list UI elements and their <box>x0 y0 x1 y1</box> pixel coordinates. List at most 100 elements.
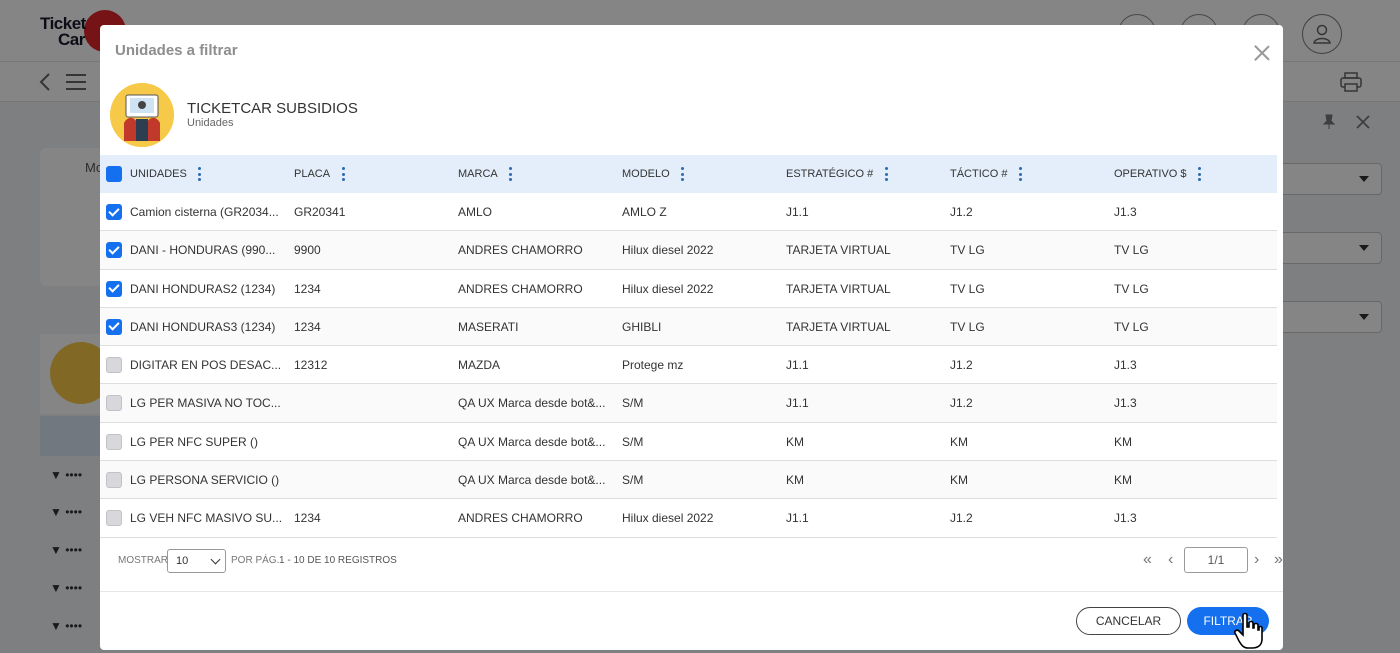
column-menu-icon[interactable] <box>881 166 891 182</box>
record-count: 1 - 10 DE 10 REGISTROS <box>279 555 397 566</box>
cell-marca: ANDRES CHAMORRO <box>458 511 583 526</box>
column-menu-icon[interactable] <box>506 166 516 182</box>
cell-marca: MAZDA <box>458 358 500 373</box>
cell-operativo: J1.3 <box>1114 358 1137 373</box>
chevron-down-icon <box>210 554 221 565</box>
cell-unidad: LG PERSONA SERVICIO () <box>130 473 280 488</box>
cell-tactico: TV LG <box>950 281 985 296</box>
cell-unidad: DANI HONDURAS2 (1234) <box>130 281 276 296</box>
cell-modelo: GHIBLI <box>622 319 662 334</box>
table-row[interactable]: Camion cisterna (GR2034... GR20341 AMLO … <box>100 193 1277 232</box>
column-header-modelo[interactable]: MODELO <box>622 155 688 193</box>
cell-unidad: LG VEH NFC MASIVO SU... <box>130 511 283 526</box>
cell-placa: 1234 <box>294 511 321 526</box>
select-all-checkbox[interactable] <box>106 166 122 182</box>
column-header-operativo[interactable]: OPERATIVO $ <box>1114 155 1205 193</box>
cell-operativo: TV LG <box>1114 243 1149 258</box>
cell-tactico: TV LG <box>950 319 985 334</box>
row-checkbox[interactable] <box>106 318 122 335</box>
cell-marca: QA UX Marca desde bot&... <box>458 434 606 449</box>
row-checkbox[interactable] <box>106 472 122 489</box>
page-size-value: 10 <box>176 555 189 567</box>
pagination: MOSTRAR 10 POR PÁG. 1 - 10 DE 10 REGISTR… <box>100 547 1283 575</box>
cell-modelo: Protege mz <box>622 358 684 373</box>
cell-estrategico: J1.1 <box>786 205 809 219</box>
cell-estrategico: J1.1 <box>786 358 809 373</box>
cell-operativo: J1.3 <box>1114 205 1137 219</box>
table-row[interactable]: LG PER NFC SUPER () QA UX Marca desde bo… <box>100 423 1277 462</box>
table-row[interactable]: LG PERSONA SERVICIO () QA UX Marca desde… <box>100 461 1277 500</box>
row-checkbox[interactable] <box>106 204 122 220</box>
table-header: UNIDADES PLACA MARCA MODELO ESTRATÉGICO … <box>100 155 1277 193</box>
cell-operativo: TV LG <box>1114 319 1149 334</box>
cell-modelo: Hilux diesel 2022 <box>622 511 714 526</box>
cell-operativo: KM <box>1114 473 1132 488</box>
page-input[interactable]: 1/1 <box>1184 547 1248 573</box>
page-size-select[interactable]: 10 <box>167 549 226 573</box>
column-header-estrategico[interactable]: ESTRATÉGICO # <box>786 155 891 193</box>
column-menu-icon[interactable] <box>1015 166 1025 182</box>
column-label: UNIDADES <box>130 168 187 180</box>
cell-unidad: DANI HONDURAS3 (1234) <box>130 319 276 334</box>
cell-operativo: KM <box>1114 434 1132 449</box>
last-page-icon[interactable]: » <box>1274 551 1283 569</box>
cell-estrategico: KM <box>786 473 804 488</box>
cell-placa: 12312 <box>294 358 328 373</box>
column-label: PLACA <box>294 168 331 180</box>
row-checkbox[interactable] <box>106 510 122 527</box>
column-menu-icon[interactable] <box>195 166 205 182</box>
table-row[interactable]: LG VEH NFC MASIVO SU... 1234 ANDRES CHAM… <box>100 499 1277 538</box>
cell-marca: MASERATI <box>458 319 519 334</box>
client-avatar <box>110 83 174 147</box>
prev-page-icon[interactable]: ‹ <box>1168 551 1173 569</box>
column-label: OPERATIVO $ <box>1114 168 1187 180</box>
column-label: MODELO <box>622 168 670 180</box>
column-header-marca[interactable]: MARCA <box>458 155 516 193</box>
column-header-unidades[interactable]: UNIDADES <box>130 155 205 193</box>
first-page-icon[interactable]: « <box>1143 551 1152 569</box>
hand-cursor-icon <box>1234 612 1263 649</box>
cell-operativo: J1.3 <box>1114 396 1137 411</box>
cancel-button[interactable]: CANCELAR <box>1076 607 1181 635</box>
cell-estrategico: KM <box>786 434 804 449</box>
column-menu-icon[interactable] <box>678 166 688 182</box>
row-checkbox[interactable] <box>106 433 122 450</box>
cell-tactico: KM <box>950 473 968 488</box>
cell-estrategico: TARJETA VIRTUAL <box>786 319 891 334</box>
column-menu-icon[interactable] <box>338 166 348 182</box>
column-header-placa[interactable]: PLACA <box>294 155 348 193</box>
table-row[interactable]: DANI - HONDURAS (990... 9900 ANDRES CHAM… <box>100 231 1277 270</box>
table-row[interactable]: DIGITAR EN POS DESAC... 12312 MAZDA Prot… <box>100 346 1277 385</box>
cell-estrategico: J1.1 <box>786 396 809 411</box>
cell-modelo: AMLO Z <box>622 205 667 219</box>
next-page-icon[interactable]: › <box>1254 551 1259 569</box>
table-row[interactable]: DANI HONDURAS3 (1234) 1234 MASERATI GHIB… <box>100 307 1277 347</box>
cell-marca: ANDRES CHAMORRO <box>458 243 583 258</box>
cell-unidad: LG PER MASIVA NO TOC... <box>130 396 281 411</box>
cell-marca: AMLO <box>458 205 493 219</box>
row-checkbox[interactable] <box>106 395 122 412</box>
column-menu-icon[interactable] <box>1195 166 1205 182</box>
table-row[interactable]: DANI HONDURAS2 (1234) 1234 ANDRES CHAMOR… <box>100 270 1277 308</box>
row-checkbox[interactable] <box>106 242 122 259</box>
cell-operativo: J1.3 <box>1114 511 1137 526</box>
row-checkbox[interactable] <box>106 280 122 297</box>
cell-tactico: J1.2 <box>950 396 973 411</box>
cell-operativo: TV LG <box>1114 281 1149 296</box>
cell-marca: ANDRES CHAMORRO <box>458 281 583 296</box>
close-icon[interactable] <box>1250 41 1274 65</box>
cell-estrategico: J1.1 <box>786 511 809 526</box>
table-row[interactable]: LG PER MASIVA NO TOC... QA UX Marca desd… <box>100 384 1277 423</box>
column-header-tactico[interactable]: TÁCTICO # <box>950 155 1025 193</box>
cell-tactico: J1.2 <box>950 205 973 219</box>
client-subtitle: Unidades <box>187 117 234 129</box>
cell-marca: QA UX Marca desde bot&... <box>458 473 606 488</box>
cell-placa: 1234 <box>294 319 321 334</box>
filter-units-modal: Unidades a filtrar TICKETCAR SUBSIDIOS U… <box>100 25 1283 650</box>
modal-title: Unidades a filtrar <box>115 42 238 59</box>
cell-placa: 9900 <box>294 243 321 258</box>
row-checkbox[interactable] <box>106 357 122 374</box>
show-label: MOSTRAR <box>118 555 168 566</box>
cell-tactico: J1.2 <box>950 511 973 526</box>
client-illustration-icon <box>110 83 174 147</box>
